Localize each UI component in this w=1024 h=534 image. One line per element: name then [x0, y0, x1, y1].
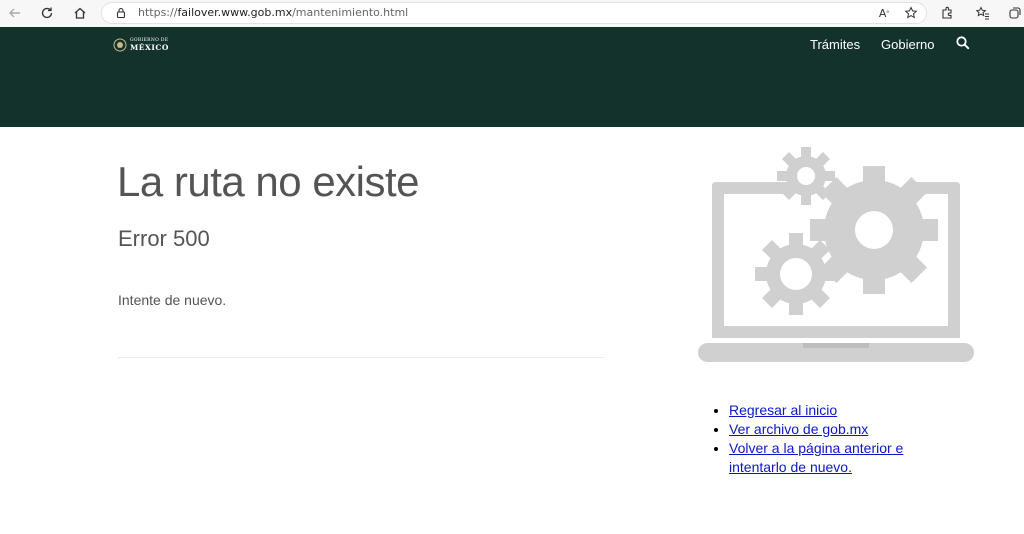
url-text: https://failover.www.gob.mx/mantenimient…: [138, 6, 408, 19]
url-host: failover.www.gob.mx: [177, 6, 293, 19]
link-pagina-anterior[interactable]: Volver a la página anterior e intentarlo…: [729, 440, 903, 475]
read-aloud-icon[interactable]: Aᵃ: [875, 4, 893, 22]
site-header: GOBIERNO DE MÉXICO Trámites Gobierno: [0, 27, 1024, 127]
extensions-icon[interactable]: [938, 4, 956, 22]
coat-of-arms-icon: [113, 38, 127, 52]
collections-icon[interactable]: [1006, 4, 1024, 22]
favorites-icon[interactable]: [974, 4, 992, 22]
gobierno-logo[interactable]: GOBIERNO DE MÉXICO: [113, 38, 169, 52]
list-item: Ver archivo de gob.mx: [729, 420, 944, 439]
back-icon[interactable]: [6, 4, 24, 22]
browser-toolbar: https://failover.www.gob.mx/mantenimient…: [0, 0, 1024, 27]
refresh-icon[interactable]: [38, 4, 56, 22]
list-item: Regresar al inicio: [729, 401, 944, 420]
help-links-list: Regresar al inicio Ver archivo de gob.mx…: [714, 401, 944, 477]
error-code: Error 500: [118, 226, 210, 251]
url-scheme: https://: [138, 6, 178, 19]
link-archivo-gobmx[interactable]: Ver archivo de gob.mx: [729, 421, 868, 437]
address-bar[interactable]: https://failover.www.gob.mx/mantenimient…: [101, 2, 927, 24]
maintenance-laptop-gears-icon: [698, 147, 974, 362]
logo-line-2: MÉXICO: [130, 42, 169, 52]
lock-icon[interactable]: [112, 4, 130, 22]
list-item: Volver a la página anterior e intentarlo…: [729, 439, 944, 477]
url-path: /mantenimiento.html: [292, 6, 409, 19]
error-message: Intente de nuevo.: [118, 292, 227, 308]
nav-link-gobierno[interactable]: Gobierno: [881, 37, 934, 52]
link-regresar-inicio[interactable]: Regresar al inicio: [729, 402, 837, 418]
favorite-icon[interactable]: [902, 4, 920, 22]
home-icon[interactable]: [71, 4, 89, 22]
logo-text: GOBIERNO DE MÉXICO: [130, 38, 169, 52]
nav-link-tramites[interactable]: Trámites: [810, 37, 860, 52]
page-title: La ruta no existe: [117, 158, 420, 205]
search-icon[interactable]: [955, 35, 971, 51]
divider: [118, 357, 605, 358]
